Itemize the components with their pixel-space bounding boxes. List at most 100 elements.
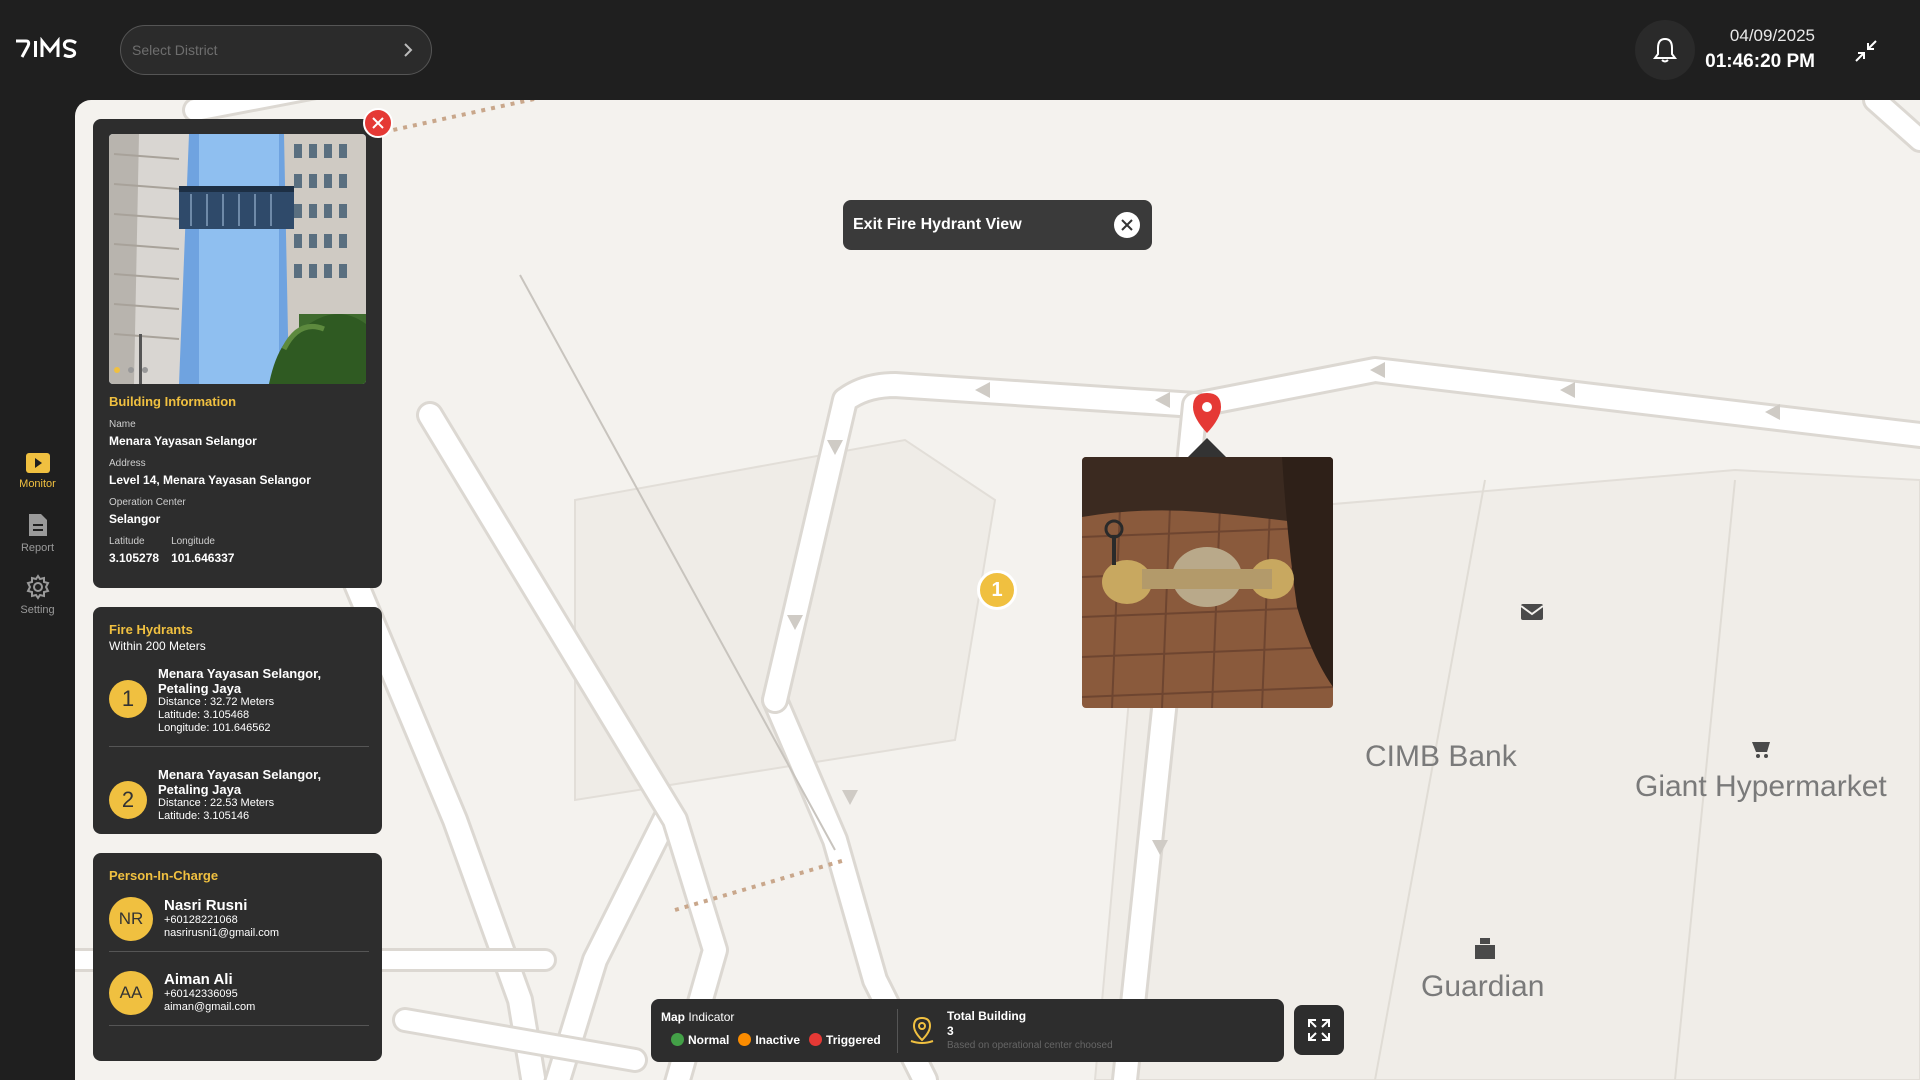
divider	[109, 1025, 369, 1026]
building-address: Level 14, Menara Yayasan Selangor	[109, 473, 311, 487]
latitude-value: 3.105278	[109, 551, 160, 565]
legend-items: Normal Inactive Triggered	[671, 1033, 881, 1047]
pic-item[interactable]: AA Aiman Ali +60142336095 aiman@gmail.co…	[109, 971, 369, 1015]
pic-name: Aiman Ali	[164, 971, 233, 988]
nav-setting-label: Setting	[20, 604, 55, 616]
fire-hydrants-panel: Fire Hydrants Within 200 Meters 1 Menara…	[93, 607, 382, 834]
hydrant-latitude: Latitude: 3.105468	[158, 709, 250, 721]
hydrant-name-line2: Petaling Jaya	[158, 681, 242, 696]
avatar: AA	[109, 971, 153, 1015]
total-building-value: 3	[947, 1024, 954, 1038]
district-placeholder: Select District	[132, 42, 218, 58]
total-building-title: Total Building	[947, 1009, 1027, 1023]
total-building-note: Based on operational center choosed	[947, 1040, 1113, 1051]
report-icon	[28, 514, 47, 536]
triggered-dot	[809, 1033, 823, 1046]
nav-monitor[interactable]: Monitor	[0, 440, 75, 502]
pic-title: Person-In-Charge	[109, 868, 219, 883]
current-time: 01:46:20 PM	[1705, 51, 1815, 72]
nav-report[interactable]: Report	[0, 502, 75, 564]
app-logo	[14, 32, 90, 67]
legend-normal-label: Normal	[688, 1033, 730, 1047]
inactive-dot	[738, 1033, 752, 1046]
hydrant-name-line2: Petaling Jaya	[158, 782, 242, 797]
building-name: Menara Yayasan Selangor	[109, 434, 257, 448]
current-date: 04/09/2025	[1729, 26, 1815, 45]
longitude-label: Longitude	[171, 536, 215, 547]
monitor-icon	[25, 453, 50, 473]
hydrant-distance: Distance : 32.72 Meters	[158, 696, 275, 708]
datetime: 04/09/2025 01:46:20 PM	[1705, 26, 1815, 73]
pic-phone: +60128221068	[164, 914, 238, 926]
close-icon	[1121, 219, 1133, 231]
top-bar: Select District 04/09/2025 01:46:20 PM	[0, 0, 1920, 100]
rims-logo-icon	[16, 36, 77, 58]
legend-triggered: Triggered	[809, 1033, 881, 1047]
pic-phone: +60142336095	[164, 988, 238, 1000]
address-label: Address	[109, 458, 146, 469]
pic-email: aiman@gmail.com	[164, 1001, 256, 1013]
hydrant-item[interactable]: 2 Menara Yayasan Selangor, Petaling Jaya…	[109, 767, 369, 823]
map-indicator-title: Map Indicator	[661, 1010, 734, 1024]
popup-arrow	[1188, 438, 1226, 457]
exit-fire-hydrant-label: Exit Fire Hydrant View	[853, 216, 1022, 233]
longitude-value: 101.646337	[171, 551, 235, 565]
exit-close-button[interactable]	[1114, 212, 1140, 238]
legend-triggered-label: Triggered	[826, 1033, 881, 1047]
operation-center-label: Operation Center	[109, 497, 186, 508]
building-info-title: Building Information	[109, 394, 237, 409]
hydrant-image	[1082, 457, 1333, 708]
building-details: Building Information Name Menara Yayasan…	[109, 394, 369, 565]
gear-icon	[26, 574, 49, 600]
exit-fire-hydrant-view-button[interactable]: Exit Fire Hydrant View	[843, 200, 1152, 250]
legend-inactive-label: Inactive	[755, 1033, 801, 1047]
hydrant-number: 1	[109, 680, 147, 718]
map-indicator-title-bold: Map	[661, 1010, 685, 1024]
building-info-panel: Building Information Name Menara Yayasan…	[93, 119, 382, 588]
total-building: Total Building 3 Based on operational ce…	[947, 1009, 1113, 1051]
close-building-panel-button[interactable]	[363, 108, 393, 138]
pic-email: nasrirusni1@gmail.com	[164, 927, 280, 939]
map-indicator-bar: Map Indicator Normal Inactive Triggered …	[651, 999, 1284, 1062]
nav-setting[interactable]: Setting	[0, 564, 75, 626]
normal-dot	[671, 1033, 684, 1046]
fire-hydrants-subtitle: Within 200 Meters	[109, 639, 206, 653]
legend-normal: Normal	[671, 1033, 729, 1047]
pic-name: Nasri Rusni	[164, 897, 248, 914]
hydrant-item[interactable]: 1 Menara Yayasan Selangor, Petaling Jaya…	[109, 666, 369, 735]
nav-report-label: Report	[20, 542, 55, 554]
collapse-icon[interactable]	[1853, 38, 1879, 64]
fire-hydrants-title: Fire Hydrants	[109, 622, 193, 637]
legend-inactive: Inactive	[738, 1033, 800, 1047]
fullscreen-button[interactable]	[1294, 1005, 1344, 1055]
chevron-right-icon	[404, 43, 413, 57]
poi-giant-hypermarket[interactable]: Giant Hypermarket	[1635, 770, 1887, 804]
hydrant-name: Menara Yayasan Selangor,	[158, 767, 322, 782]
close-icon	[372, 117, 384, 129]
divider	[109, 746, 369, 747]
location-pin-icon[interactable]	[1192, 392, 1222, 434]
hydrant-name: Menara Yayasan Selangor,	[158, 666, 322, 681]
hydrant-latitude: Latitude: 3.105146	[158, 810, 250, 822]
building-photo[interactable]	[109, 134, 366, 384]
hydrant-longitude: Longitude: 101.646562	[158, 722, 271, 734]
notification-button[interactable]	[1635, 20, 1695, 80]
location-icon	[910, 1016, 934, 1044]
hydrant-number: 2	[109, 781, 147, 819]
side-nav: Monitor Report Setting	[0, 440, 75, 626]
expand-icon	[1308, 1019, 1330, 1041]
hydrant-map-marker[interactable]: 1	[977, 570, 1017, 610]
hydrant-distance: Distance : 22.53 Meters	[158, 797, 275, 809]
hydrant-photo-popup[interactable]	[1082, 457, 1333, 708]
district-select[interactable]: Select District	[120, 25, 432, 75]
pic-item[interactable]: NR Nasri Rusni +60128221068 nasrirusni1@…	[109, 897, 369, 941]
poi-guardian[interactable]: Guardian	[1421, 970, 1544, 1004]
operation-center: Selangor	[109, 512, 161, 526]
poi-cimb-bank[interactable]: CIMB Bank	[1365, 740, 1517, 774]
legend-divider	[897, 1009, 898, 1053]
avatar: NR	[109, 897, 153, 941]
nav-monitor-label: Monitor	[19, 478, 56, 490]
latitude-label: Latitude	[109, 536, 145, 547]
name-label: Name	[109, 419, 136, 430]
map-indicator-title-rest: Indicator	[688, 1010, 735, 1024]
